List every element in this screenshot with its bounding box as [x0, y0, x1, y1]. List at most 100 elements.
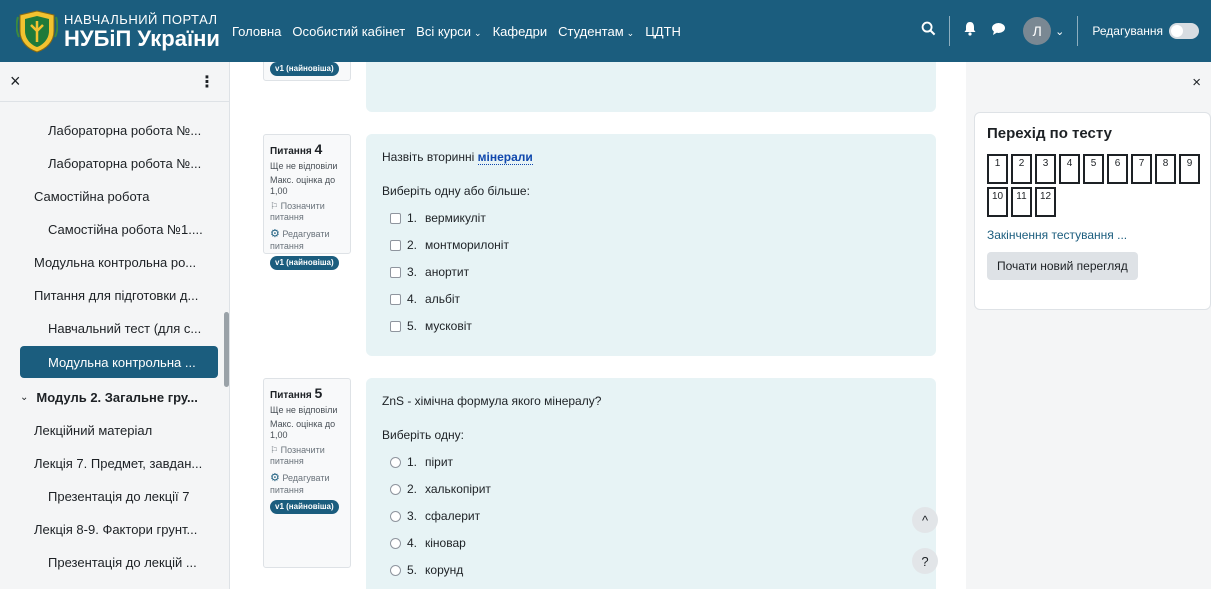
question-nav-button[interactable]: 10	[987, 187, 1008, 217]
edit-mode-label: Редагування	[1092, 24, 1163, 38]
option-number: 5.	[407, 319, 418, 333]
help-button[interactable]: ?	[912, 548, 938, 574]
close-icon[interactable]: ×	[1192, 74, 1201, 91]
course-index-item[interactable]: Лабораторна робота №...	[20, 114, 218, 146]
option-text: вермикуліт	[425, 211, 486, 225]
course-index-item[interactable]: Лабораторна робота №...	[20, 147, 218, 179]
course-index-item[interactable]: Лекція 10. Мінеральна ча...	[20, 579, 218, 589]
answer-radio[interactable]	[390, 510, 401, 522]
answer-option[interactable]: 4. альбіт	[382, 292, 920, 306]
answer-option[interactable]: 2. халькопірит	[382, 482, 920, 496]
question-nav-button[interactable]: 6	[1107, 154, 1128, 184]
question-text: Назвіть вторинні мінерали	[382, 150, 920, 165]
divider	[949, 16, 951, 46]
question-nav-button[interactable]: 11	[1011, 187, 1032, 217]
nav-students[interactable]: Студентам ⌄	[558, 24, 634, 39]
flag-question-link[interactable]: ⚐ Позначити питання	[270, 445, 344, 467]
option-text: альбіт	[425, 292, 460, 306]
bell-icon[interactable]	[963, 21, 977, 41]
gear-icon: ⚙	[270, 471, 280, 484]
question-info: Питання 4 Ще не відповіли Макс. оцінка д…	[263, 134, 351, 270]
glossary-link[interactable]: мінерали	[477, 150, 533, 165]
divider	[1077, 16, 1079, 46]
nav-departments[interactable]: Кафедри	[493, 24, 548, 39]
question-nav-grid: 1 2 3 4 5 6 7 8 9 10 11 12	[987, 154, 1207, 220]
course-index-item[interactable]: Самостійна робота	[20, 180, 218, 212]
answer-option[interactable]: 1. пірит	[382, 455, 920, 469]
course-index-item[interactable]: Лекція 8-9. Фактори грунт...	[20, 513, 218, 545]
answer-radio[interactable]	[390, 564, 401, 576]
option-number: 2.	[407, 482, 418, 496]
question-nav-button[interactable]: 4	[1059, 154, 1080, 184]
question-nav-button[interactable]: 5	[1083, 154, 1104, 184]
question-card: ZnS - хімічна формула якого мінералу? Ви…	[366, 378, 936, 589]
question-nav-button[interactable]: 12	[1035, 187, 1056, 217]
answer-radio[interactable]	[390, 456, 401, 468]
finish-attempt-link[interactable]: Закінчення тестування ...	[987, 228, 1198, 242]
answer-checkbox[interactable]	[390, 293, 401, 305]
answer-option[interactable]: 4. кіновар	[382, 536, 920, 550]
option-text: кіновар	[425, 536, 466, 550]
course-index-item[interactable]: Навчальний тест (для с...	[20, 312, 218, 344]
kebab-menu-icon[interactable]: ⋮	[199, 72, 215, 92]
answer-checkbox[interactable]	[390, 320, 401, 332]
answer-option[interactable]: 2. монтморилоніт	[382, 238, 920, 252]
nav-dashboard[interactable]: Особистий кабінет	[292, 24, 405, 39]
chat-bubble-icon[interactable]	[991, 22, 1006, 41]
brand-line1: НАВЧАЛЬНИЙ ПОРТАЛ	[64, 11, 218, 27]
back-to-top-button[interactable]: ^	[912, 507, 938, 533]
section-label: Модуль 2. Загальне гру...	[36, 389, 198, 405]
option-number: 1.	[407, 455, 418, 469]
answer-radio[interactable]	[390, 537, 401, 549]
question-nav-button[interactable]: 7	[1131, 154, 1152, 184]
answer-radio[interactable]	[390, 483, 401, 495]
avatar[interactable]: Л	[1023, 17, 1052, 45]
start-new-preview-button[interactable]: Почати новий перегляд	[987, 252, 1138, 280]
answer-option[interactable]: 5. мусковіт	[382, 319, 920, 333]
search-icon[interactable]	[921, 21, 936, 41]
option-number: 3.	[407, 509, 418, 523]
course-section-module-2[interactable]: ⌄ Модуль 2. Загальне гру...	[8, 381, 218, 413]
chevron-down-icon[interactable]: ⌄	[1055, 25, 1064, 38]
option-text: мусковіт	[425, 319, 472, 333]
option-text: сфалерит	[425, 509, 481, 523]
answer-checkbox[interactable]	[390, 212, 401, 224]
chevron-down-icon: ⌄	[20, 391, 29, 403]
course-index-item[interactable]: Лекція 7. Предмет, завдан...	[20, 447, 218, 479]
question-max-grade: Макс. оцінка до 1,00	[270, 174, 336, 196]
flag-question-link[interactable]: ⚐ Позначити питання	[270, 201, 344, 223]
nav-cdtn[interactable]: ЦДТН	[645, 24, 681, 39]
course-index-item[interactable]: Презентація до лекцій ...	[20, 546, 218, 578]
question-nav-button[interactable]: 1	[987, 154, 1008, 184]
course-index-item-active[interactable]: Модульна контрольна ...	[20, 346, 218, 378]
edit-question-link[interactable]: ⚙ Редагувати питання	[270, 228, 344, 252]
option-text: пірит	[425, 455, 454, 469]
site-logo[interactable]: НАВЧАЛЬНИЙ ПОРТАЛ НУБіП України	[0, 0, 226, 62]
course-index-item[interactable]: Самостійна робота №1....	[20, 213, 218, 245]
question-nav-button[interactable]: 2	[1011, 154, 1032, 184]
version-badge: v1 (найновіша)	[270, 255, 339, 270]
answer-checkbox[interactable]	[390, 266, 401, 278]
answer-checkbox[interactable]	[390, 239, 401, 251]
question-nav-button[interactable]: 9	[1179, 154, 1200, 184]
answer-option[interactable]: 3. сфалерит	[382, 509, 920, 523]
nav-home[interactable]: Головна	[232, 24, 281, 39]
question-max-grade: Макс. оцінка до 1,00	[270, 418, 336, 440]
answer-option[interactable]: 5. корунд	[382, 563, 920, 577]
option-number: 4.	[407, 536, 418, 550]
course-index-item[interactable]: Питання для підготовки д...	[20, 279, 218, 311]
answer-option[interactable]: 3. анортит	[382, 265, 920, 279]
close-icon[interactable]: ×	[10, 71, 21, 92]
edit-question-link[interactable]: ⚙ Редагувати питання	[270, 472, 344, 496]
edit-mode-toggle[interactable]	[1169, 23, 1199, 39]
answer-option[interactable]: 1. вермикуліт	[382, 211, 920, 225]
question-nav-button[interactable]: 3	[1035, 154, 1056, 184]
question-nav-button[interactable]: 8	[1155, 154, 1176, 184]
course-index-item[interactable]: Презентація до лекції 7	[20, 480, 218, 512]
quiz-navigation-drawer: × Перехід по тесту 1 2 3 4 5 6 7 8 9 10 …	[966, 62, 1211, 589]
course-index-drawer: × ⋮ Лабораторна робота №... Лабораторна …	[0, 62, 230, 589]
course-index-item[interactable]: Модульна контрольна ро...	[20, 246, 218, 278]
course-index-item[interactable]: Лекційний матеріал	[20, 414, 218, 446]
scrollbar[interactable]	[224, 312, 229, 387]
nav-all-courses[interactable]: Всі курси ⌄	[416, 24, 481, 39]
